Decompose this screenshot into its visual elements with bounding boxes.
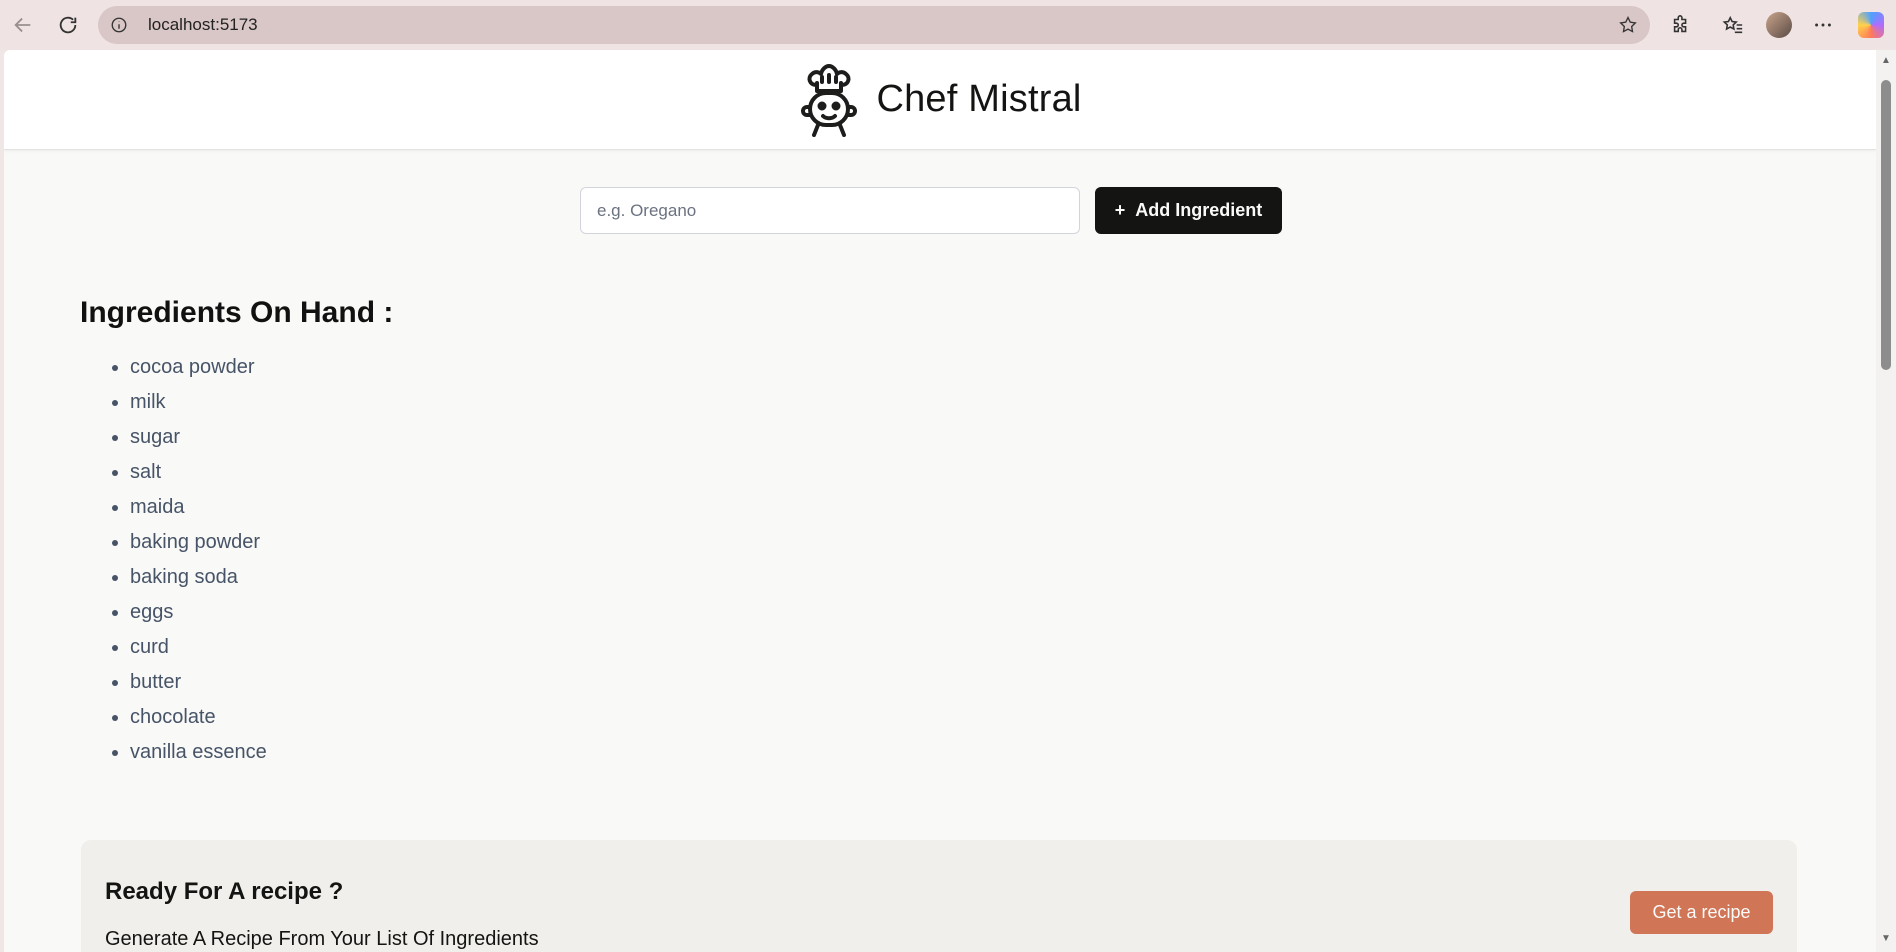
back-arrow-icon (14, 17, 31, 33)
more-icon (1815, 23, 1831, 27)
copilot-icon[interactable] (1858, 12, 1884, 38)
address-url: localhost:5173 (148, 15, 258, 34)
list-item: vanilla essence (112, 735, 267, 770)
reload-button[interactable] (53, 10, 83, 40)
add-ingredient-label: Add Ingredient (1135, 200, 1263, 220)
list-item: curd (112, 630, 267, 665)
list-item: salt (112, 455, 267, 490)
add-ingredient-button[interactable]: + Add Ingredient (1095, 187, 1282, 234)
extensions-button[interactable] (1668, 12, 1694, 38)
app-header: Chef Mistral (4, 50, 1876, 150)
puzzle-icon (1673, 15, 1687, 33)
app-title: Chef Mistral (876, 78, 1082, 120)
scrollbar-thumb[interactable] (1881, 80, 1891, 370)
info-icon[interactable] (110, 16, 128, 34)
list-item: cocoa powder (112, 350, 267, 385)
more-options-button[interactable] (1810, 12, 1836, 38)
scroll-down-arrow-icon[interactable]: ▼ (1880, 934, 1892, 944)
recipe-card-title: Ready For A recipe ? (105, 878, 344, 905)
favorites-list-icon (1722, 15, 1743, 34)
scroll-up-arrow-icon[interactable]: ▲ (1880, 56, 1892, 66)
recipe-card: Ready For A recipe ? Generate A Recipe F… (81, 840, 1797, 952)
list-item: sugar (112, 420, 267, 455)
back-button[interactable] (8, 10, 38, 40)
favorites-button[interactable] (1720, 12, 1746, 38)
ingredients-heading: Ingredients On Hand : (80, 296, 394, 329)
page-viewport: Chef Mistral + Add Ingredient Ingredient… (4, 50, 1876, 952)
reload-icon (59, 16, 77, 34)
chef-logo-icon (801, 63, 858, 137)
favorite-star-icon[interactable] (1618, 15, 1638, 35)
recipe-card-subtitle: Generate A Recipe From Your List Of Ingr… (105, 928, 539, 950)
address-bar[interactable]: localhost:5173 (98, 6, 1650, 44)
list-item: chocolate (112, 700, 267, 735)
add-ingredient-form: + Add Ingredient (580, 187, 1282, 234)
list-item: eggs (112, 595, 267, 630)
ingredient-input[interactable] (580, 187, 1080, 234)
list-item: baking soda (112, 560, 267, 595)
list-item: maida (112, 490, 267, 525)
list-item: butter (112, 665, 267, 700)
profile-avatar[interactable] (1766, 12, 1792, 38)
plus-icon: + (1114, 200, 1126, 220)
browser-toolbar: localhost:5173 (0, 0, 1896, 50)
get-recipe-button[interactable]: Get a recipe (1630, 891, 1773, 934)
page-scrollbar[interactable]: ▲ ▼ (1876, 50, 1896, 952)
list-item: milk (112, 385, 267, 420)
list-item: baking powder (112, 525, 267, 560)
ingredients-list: cocoa powder milk sugar salt maida bakin… (112, 350, 267, 770)
